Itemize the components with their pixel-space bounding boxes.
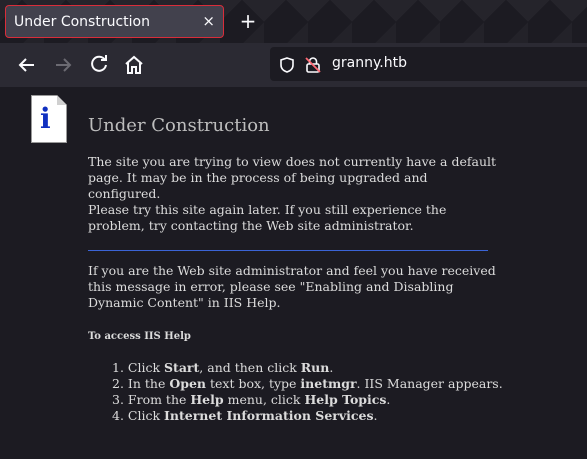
info-letter-icon: i [40,102,51,135]
help-heading: To access IIS Help [88,331,191,342]
new-tab-button[interactable]: + [238,8,258,34]
home-icon[interactable] [122,53,146,77]
list-item: 4. Click Internet Information Services. [112,408,378,423]
tab-bar: Under Construction × + [0,0,587,43]
insecure-lock-icon[interactable] [304,56,322,74]
url-text[interactable]: granny.htb [332,55,407,71]
list-item: 3. From the Help menu, click Help Topics… [112,392,391,407]
steps-list: 1. Click Start, and then click Run. 2. I… [112,360,503,424]
admin-paragraph: If you are the Web site administrator an… [88,263,496,310]
info-icon: i [31,95,67,143]
page-title: Under Construction [88,115,270,136]
url-bar[interactable]: granny.htb [270,47,587,81]
tab-close-button[interactable]: × [202,12,215,30]
list-item: 1. Click Start, and then click Run. [112,360,334,375]
back-arrow-icon[interactable] [15,53,39,77]
forward-arrow-icon[interactable] [51,53,75,77]
page-content: i Under Construction The site you are tr… [0,87,587,459]
divider [88,250,488,251]
reload-icon[interactable] [87,53,111,77]
tab-title: Under Construction [14,14,150,30]
page-fold-icon [57,95,67,105]
intro-paragraph: The site you are trying to view does not… [88,154,497,201]
list-item: 2. In the Open text box, type inetmgr. I… [112,376,503,391]
active-tab[interactable]: Under Construction × [5,5,224,38]
retry-paragraph: Please try this site again later. If you… [88,202,447,233]
shield-icon[interactable] [278,56,296,74]
navigation-toolbar: granny.htb [0,43,587,87]
